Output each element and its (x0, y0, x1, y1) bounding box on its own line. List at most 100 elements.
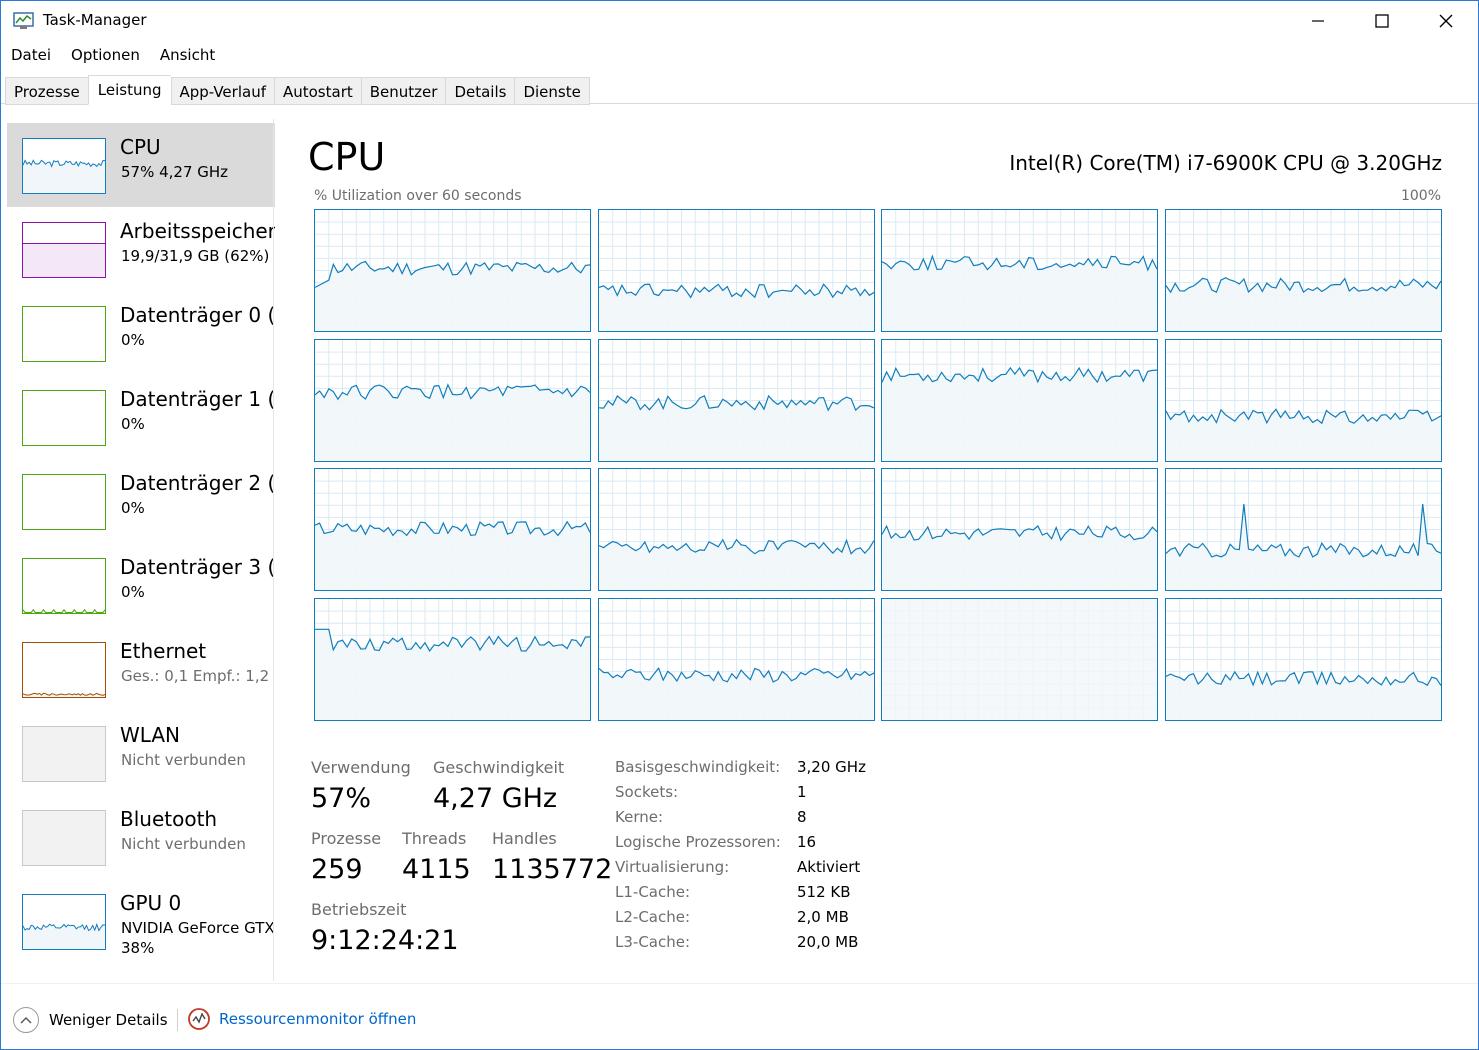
sidebar-item-label: Datenträger 1 (E (120, 387, 275, 411)
disk-3-thumbnail-graph (22, 558, 106, 614)
fewer-details-button[interactable]: Weniger Details (13, 1006, 168, 1034)
cpu-core-area (315, 384, 590, 461)
sidebar-item-disk-3[interactable]: Datenträger 3 (C 0% (7, 543, 275, 627)
cpu-core-chart (599, 469, 874, 590)
tab-bar: Prozesse Leistung App-Verlauf Autostart … (5, 75, 590, 105)
cpu-core-chart (882, 210, 1157, 331)
resource-monitor-icon (188, 1008, 210, 1030)
utilization-axis-label: % Utilization over 60 seconds (314, 188, 522, 204)
close-icon (1439, 14, 1453, 28)
sidebar-item-value: 0% (121, 415, 145, 433)
cpu-core-area (315, 629, 590, 720)
tab-details[interactable]: Details (445, 77, 515, 105)
cpu-core-chart (1166, 469, 1441, 590)
sidebar-item-value: Nicht verbunden (121, 751, 246, 769)
maximize-button[interactable] (1350, 1, 1414, 41)
uptime-label: Betriebszeit (311, 900, 407, 919)
bluetooth-thumbnail-graph (22, 810, 106, 866)
resource-monitor-link[interactable]: Ressourcenmonitor öffnen (187, 1007, 416, 1031)
sidebar-item-label: GPU 0 (120, 891, 182, 915)
sidebar-item-label: WLAN (120, 723, 181, 747)
sidebar-item-label: Datenträger 3 (C (120, 555, 275, 579)
logical-processor-graph (314, 339, 591, 462)
logical-processor-graph (314, 209, 591, 332)
sidebar-item-label: Arbeitsspeicher (120, 219, 275, 243)
logical-processor-graph (314, 598, 591, 721)
tab-app-verlauf[interactable]: App-Verlauf (170, 77, 274, 105)
cpu-core-chart (599, 210, 874, 331)
close-button[interactable] (1414, 1, 1478, 41)
menu-optionen[interactable]: Optionen (61, 43, 150, 69)
thumbnail-sparkline (23, 391, 105, 445)
tab-autostart[interactable]: Autostart (273, 77, 361, 105)
cpu-core-chart (1166, 340, 1441, 461)
logical-processor-graph (1165, 468, 1442, 591)
logical-processor-graph (1165, 339, 1442, 462)
sidebar-item-disk-1[interactable]: Datenträger 1 (E 0% (7, 375, 275, 459)
sidebar-item-memory[interactable]: Arbeitsspeicher 19,9/31,9 GB (62%) (7, 207, 275, 291)
footer-separator (177, 1009, 178, 1031)
fewer-details-label: Weniger Details (49, 1011, 168, 1029)
sidebar-item-value: NVIDIA GeForce GTX (121, 919, 275, 937)
thumbnail-sparkline (23, 307, 105, 361)
wlan-thumbnail-graph (22, 726, 106, 782)
menu-ansicht[interactable]: Ansicht (150, 43, 225, 69)
info-value: 512 KB (797, 883, 851, 901)
sidebar-item-label: Datenträger 0 (D (120, 303, 275, 327)
processes-value: 259 (311, 854, 363, 885)
thumbnail-sparkline (23, 692, 105, 697)
cpu-core-chart (315, 340, 590, 461)
info-label: Basisgeschwindigkeit: (615, 758, 781, 776)
cpu-core-chart (1166, 599, 1441, 720)
cpu-thumbnail-graph (22, 138, 106, 194)
sidebar-item-ethernet[interactable]: Ethernet Ges.: 0,1 Empf.: 1,2 M (7, 627, 275, 711)
threads-value: 4115 (402, 854, 471, 885)
processes-label: Prozesse (311, 829, 382, 848)
info-label: L3-Cache: (615, 933, 691, 951)
sidebar-item-label: Ethernet (120, 639, 207, 663)
menu-datei[interactable]: Datei (1, 43, 61, 69)
logical-processor-graph (598, 339, 875, 462)
info-value: 16 (797, 833, 817, 851)
sidebar-item-bluetooth[interactable]: Bluetooth Nicht verbunden (7, 795, 275, 879)
tab-leistung[interactable]: Leistung (87, 75, 171, 105)
uptime-value: 9:12:24:21 (311, 925, 459, 956)
resource-sidebar: CPU 57% 4,27 GHz Arbeitsspeicher 19,9/31… (7, 119, 275, 979)
cpu-core-chart (315, 210, 590, 331)
cpu-core-chart (1166, 210, 1441, 331)
sidebar-item-value: 57% 4,27 GHz (121, 163, 229, 181)
cpu-core-chart (315, 599, 590, 720)
sidebar-item-value: 0% (121, 331, 145, 349)
cpu-core-chart (882, 469, 1157, 590)
cpu-core-chart (315, 469, 590, 590)
cpu-core-area (882, 367, 1157, 461)
sidebar-item-cpu[interactable]: CPU 57% 4,27 GHz (7, 123, 275, 207)
info-label: L1-Cache: (615, 883, 691, 901)
cpu-core-area (882, 599, 1157, 720)
sidebar-item-value: 0% (121, 583, 145, 601)
resource-monitor-label: Ressourcenmonitor öffnen (219, 1010, 417, 1028)
task-manager-app-icon (13, 12, 34, 29)
tab-benutzer[interactable]: Benutzer (360, 77, 446, 105)
handles-label: Handles (492, 829, 557, 848)
footer-divider (1, 983, 1478, 984)
sidebar-item-percent: 38% (121, 939, 155, 957)
sidebar-item-wlan[interactable]: WLAN Nicht verbunden (7, 711, 275, 795)
logical-processor-graph (881, 209, 1158, 332)
info-value: 3,20 GHz (797, 758, 866, 776)
info-value: 1 (797, 783, 807, 801)
minimize-button[interactable] (1286, 1, 1350, 41)
title-bar[interactable]: Task-Manager (1, 1, 1478, 41)
gpu-0-thumbnail-graph (22, 894, 106, 950)
tab-prozesse[interactable]: Prozesse (5, 77, 88, 105)
thumbnail-sparkline (23, 475, 105, 529)
sidebar-item-label: CPU (120, 135, 161, 159)
tab-dienste[interactable]: Dienste (514, 77, 590, 105)
sidebar-item-disk-0[interactable]: Datenträger 0 (D 0% (7, 291, 275, 375)
logical-processor-graph (881, 598, 1158, 721)
logical-processor-graph (314, 468, 591, 591)
sidebar-item-disk-2[interactable]: Datenträger 2 (F 0% (7, 459, 275, 543)
cpu-core-area (882, 256, 1157, 331)
sidebar-item-gpu-0[interactable]: GPU 0 NVIDIA GeForce GTX 38% (7, 879, 275, 963)
info-label: Logische Prozessoren: (615, 833, 781, 851)
